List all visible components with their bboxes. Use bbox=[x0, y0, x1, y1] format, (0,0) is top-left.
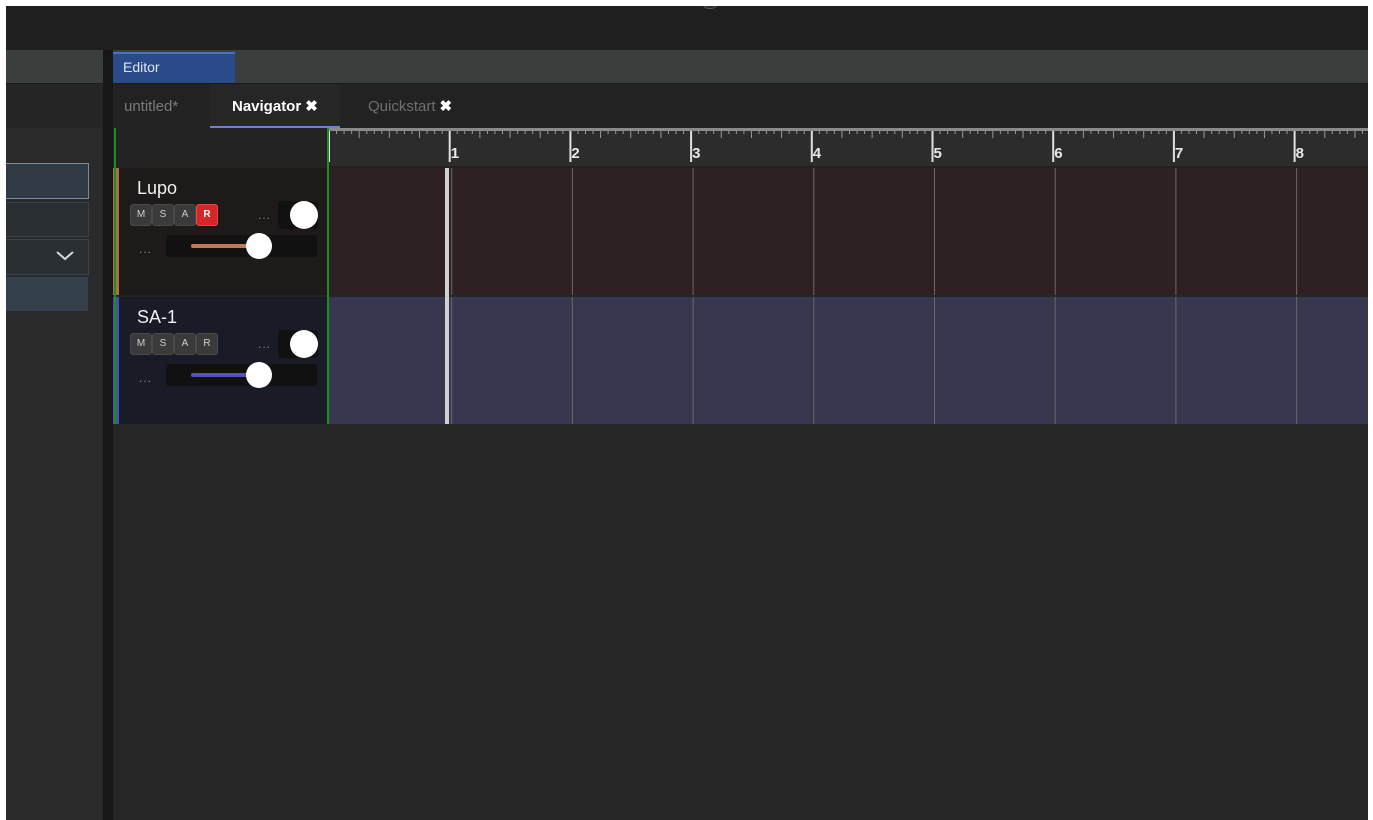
ruler-label: 1 bbox=[450, 145, 460, 162]
tab-label: untitled* bbox=[124, 98, 179, 115]
ruler-label: 3 bbox=[692, 145, 701, 162]
track-lupo[interactable]: Lupo M S A R ... ... bbox=[113, 168, 1368, 295]
left-panel-toolbar bbox=[6, 83, 103, 128]
ruler-label: 5 bbox=[933, 145, 942, 162]
solo-button[interactable]: S bbox=[152, 204, 174, 226]
track-header-left-edge bbox=[114, 128, 116, 424]
volume-slider-handle[interactable] bbox=[246, 362, 272, 388]
mute-button[interactable]: M bbox=[130, 333, 152, 355]
app-window: Editor untitled* Navigator ✖ Quickstart ✖ … bbox=[6, 6, 1368, 820]
pan-knob[interactable] bbox=[278, 330, 318, 358]
knob-handle[interactable] bbox=[290, 330, 318, 358]
volume-slider[interactable] bbox=[166, 362, 317, 388]
automation-button[interactable]: A bbox=[174, 333, 196, 355]
left-panel-field-2[interactable] bbox=[6, 202, 89, 237]
ruler-top-edge bbox=[329, 128, 1368, 131]
document-tabs: untitled* Navigator ✖ Quickstart ✖ bbox=[113, 83, 1368, 129]
tab-label: Quickstart bbox=[368, 98, 436, 115]
track-lane[interactable] bbox=[329, 297, 1368, 424]
lane-grid bbox=[451, 297, 1298, 424]
track-name[interactable]: SA-1 bbox=[137, 307, 177, 328]
timeline-ruler[interactable]: 1 2 3 4 5 6 7 8 bbox=[329, 128, 1368, 168]
top-handle[interactable] bbox=[702, 6, 718, 9]
volume-slider-handle[interactable] bbox=[246, 233, 272, 259]
record-button[interactable]: R bbox=[196, 333, 218, 355]
track-options-button[interactable]: ... bbox=[139, 242, 152, 256]
playhead[interactable] bbox=[445, 168, 449, 424]
chevron-down-icon bbox=[56, 251, 74, 261]
left-panel-field-1[interactable] bbox=[6, 163, 89, 199]
left-panel-dropdown[interactable] bbox=[6, 239, 89, 275]
track-sa-1[interactable]: SA-1 M S A R ... ... bbox=[113, 297, 1368, 424]
record-button[interactable]: R bbox=[196, 204, 218, 226]
left-panel-header bbox=[6, 50, 103, 83]
panel-splitter[interactable] bbox=[103, 50, 113, 820]
tab-quickstart[interactable]: Quickstart ✖ bbox=[368, 84, 452, 129]
left-panel bbox=[6, 50, 103, 820]
ruler-label: 7 bbox=[1174, 145, 1184, 162]
volume-level bbox=[191, 244, 253, 248]
volume-slider[interactable] bbox=[166, 233, 317, 259]
close-icon[interactable]: ✖ bbox=[305, 98, 318, 115]
editor-header: Editor bbox=[113, 50, 1368, 83]
tab-label: Navigator bbox=[232, 98, 302, 115]
track-name[interactable]: Lupo bbox=[137, 178, 177, 199]
track-header: Lupo M S A R ... ... bbox=[113, 168, 327, 295]
track-more-button[interactable]: ... bbox=[258, 337, 271, 351]
ruler-label: 2 bbox=[571, 145, 580, 162]
automation-button[interactable]: A bbox=[174, 204, 196, 226]
track-options-button[interactable]: ... bbox=[139, 371, 152, 385]
ruler-ticks bbox=[329, 128, 1368, 162]
track-more-button[interactable]: ... bbox=[258, 208, 271, 222]
solo-button[interactable]: S bbox=[152, 333, 174, 355]
editor-tab[interactable]: Editor bbox=[113, 52, 235, 83]
title-bar bbox=[6, 6, 1368, 50]
volume-level bbox=[191, 373, 253, 377]
mute-button[interactable]: M bbox=[130, 204, 152, 226]
ruler-label: 6 bbox=[1054, 145, 1063, 162]
track-header-right-edge bbox=[327, 128, 329, 424]
ruler-label: 4 bbox=[812, 145, 822, 162]
track-header: SA-1 M S A R ... ... bbox=[113, 297, 327, 424]
knob-handle[interactable] bbox=[290, 201, 318, 229]
ruler-label: 8 bbox=[1295, 145, 1304, 162]
editor-panel: Editor untitled* Navigator ✖ Quickstart ✖ … bbox=[113, 50, 1368, 820]
left-panel-field-4[interactable] bbox=[6, 277, 88, 311]
track-lane[interactable] bbox=[329, 168, 1368, 295]
pan-knob[interactable] bbox=[278, 201, 318, 229]
tab-navigator[interactable]: Navigator ✖ bbox=[210, 84, 340, 129]
tab-untitled[interactable]: untitled* bbox=[124, 84, 178, 129]
lane-grid bbox=[451, 168, 1298, 295]
close-icon[interactable]: ✖ bbox=[440, 98, 453, 115]
